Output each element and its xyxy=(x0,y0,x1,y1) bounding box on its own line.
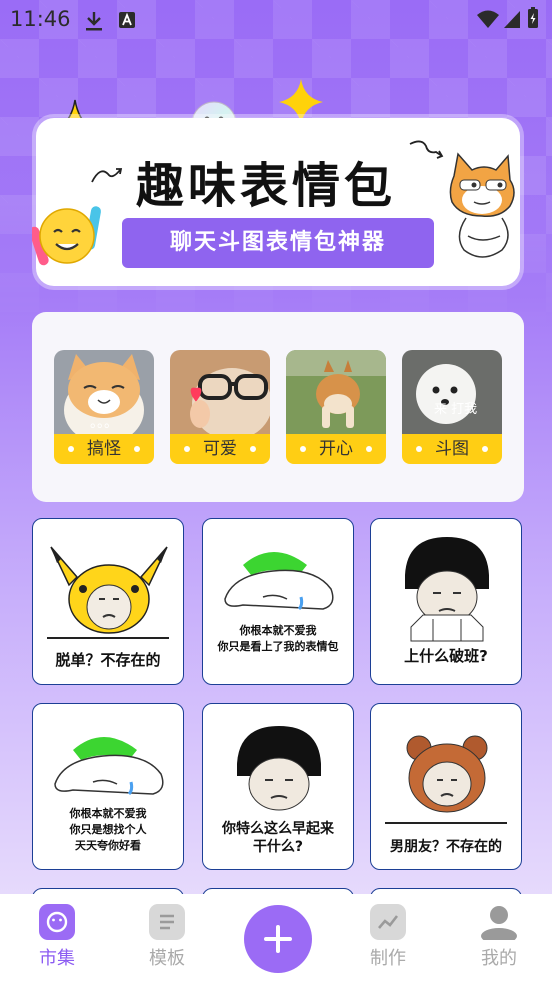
nav-market[interactable]: 市集 xyxy=(22,904,92,970)
category-thumb-white-dog: 来 打我 xyxy=(402,350,502,436)
category-thumb-corgi xyxy=(286,350,386,436)
status-time: 11:46 xyxy=(10,7,71,31)
meme-caption: 上什么破班? xyxy=(404,647,488,665)
smile-icon xyxy=(39,904,75,940)
banner[interactable]: 趣味表情包 聊天斗图表情包神器 xyxy=(32,118,520,286)
doge-meme-icon xyxy=(449,152,515,258)
meme-caption: 脱单？不存在的 xyxy=(55,651,161,669)
thumb-caption: 来 打我 xyxy=(434,402,478,417)
signal-icon xyxy=(504,11,520,28)
thumb-dots: 。。。 xyxy=(90,415,118,431)
meme-card[interactable]: 男朋友？不存在的 xyxy=(370,703,522,870)
nav-label: 市集 xyxy=(39,948,75,969)
category-label: 斗图 xyxy=(402,434,502,464)
yellow-emoji-icon xyxy=(32,206,101,266)
category-doutu[interactable]: 来 打我 斗图 xyxy=(402,350,502,464)
meme-card[interactable]: 脱单？不存在的 xyxy=(32,518,184,685)
category-panel: 。。。 搞怪 可爱 开心 来 打我 斗图 xyxy=(32,312,524,502)
user-icon xyxy=(481,904,517,944)
meme-ghost-image xyxy=(224,552,334,611)
category-funny[interactable]: 。。。 搞怪 xyxy=(54,350,154,464)
category-label: 开心 xyxy=(286,434,386,464)
download-icon xyxy=(86,12,102,31)
meme-caption: 你根本就不爱我 你只是想找个人 天天夸你好看 xyxy=(69,807,147,852)
add-button[interactable] xyxy=(244,905,312,973)
meme-card[interactable]: 你特么这么早起来 干什么? xyxy=(202,703,354,870)
status-bar: 11:46 xyxy=(0,0,552,38)
battery-icon xyxy=(528,7,538,28)
meme-caption: 男朋友？不存在的 xyxy=(390,839,502,855)
banner-subtitle: 聊天斗图表情包神器 xyxy=(122,218,434,268)
meme-card[interactable]: 上什么破班? xyxy=(370,518,522,685)
swirl-arrow-icon xyxy=(409,140,444,159)
category-happy[interactable]: 开心 xyxy=(286,350,386,464)
banner-title: 趣味表情包 xyxy=(136,158,397,214)
meme-caption: 你根本就不爱我 你只是看上了我的表情包 xyxy=(217,624,339,653)
swirl-arrow-icon xyxy=(91,168,123,183)
nav-mine[interactable]: 我的 xyxy=(464,904,534,970)
category-thumb-cat: 。。。 xyxy=(54,350,154,436)
image-edit-icon xyxy=(370,904,406,940)
category-label: 搞怪 xyxy=(54,434,154,464)
nav-label: 制作 xyxy=(370,948,406,969)
wifi-icon xyxy=(477,10,499,28)
nav-label: 我的 xyxy=(481,948,517,969)
nav-label: 模板 xyxy=(149,948,185,969)
document-icon xyxy=(149,904,185,940)
nav-make[interactable]: 制作 xyxy=(353,904,423,970)
meme-card[interactable]: 你根本就不爱我 你只是想找个人 天天夸你好看 xyxy=(32,703,184,870)
category-label: 可爱 xyxy=(170,434,270,464)
keyboard-a-icon xyxy=(119,12,135,28)
meme-caption: 你特么这么早起来 干什么? xyxy=(222,821,334,855)
meme-card[interactable]: 你根本就不爱我 你只是看上了我的表情包 xyxy=(202,518,354,685)
nav-template[interactable]: 模板 xyxy=(132,904,202,970)
category-thumb-glasses-cat xyxy=(170,350,270,436)
category-cute[interactable]: 可爱 xyxy=(170,350,270,464)
